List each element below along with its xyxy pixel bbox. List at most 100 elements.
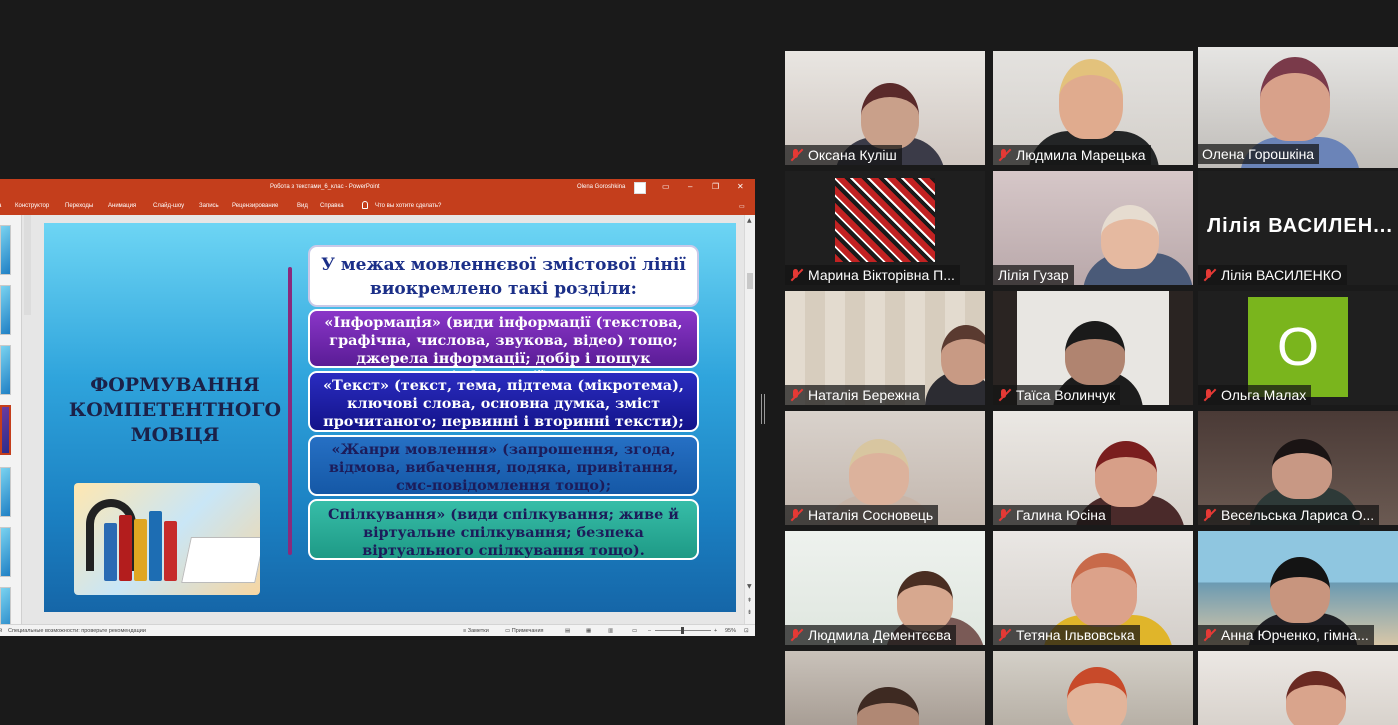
participant-tile[interactable]: Таїса Волинчук xyxy=(993,291,1193,405)
tell-me-box[interactable]: Что вы хотите сделать? xyxy=(375,203,441,209)
ribbon-display-icon[interactable]: ▭ xyxy=(662,182,670,191)
close-icon[interactable]: ✕ xyxy=(737,182,744,191)
avatar: O xyxy=(1248,297,1348,397)
slide-thumbnail[interactable] xyxy=(0,225,11,275)
nameplate: Марина Вікторівна П... xyxy=(785,265,960,285)
mic-muted-icon xyxy=(1202,628,1216,642)
book-icon xyxy=(149,511,162,581)
participant-tile[interactable]: Людмила Марецька xyxy=(993,51,1193,165)
ribbon-tab-animations[interactable]: Анимация xyxy=(108,203,136,209)
scroll-down-icon[interactable]: ▼ xyxy=(747,583,752,590)
slide-thumbnail[interactable] xyxy=(0,345,11,395)
mic-muted-icon xyxy=(789,148,803,162)
person-head xyxy=(1067,667,1127,725)
participant-tile[interactable]: Наталія Сосновець xyxy=(785,411,985,525)
minimize-icon[interactable]: – xyxy=(688,182,692,191)
normal-view-icon[interactable]: ▤ xyxy=(565,628,570,634)
slide-thumbnail[interactable] xyxy=(0,285,11,335)
ribbon-tab-slideshow[interactable]: Слайд-шоу xyxy=(153,203,184,209)
mic-muted-icon xyxy=(997,148,1011,162)
ppt-editor: ФОРМУВАННЯ КОМПЕТЕНТНОГО МОВЦЯ У межах м… xyxy=(0,215,755,636)
slide-thumbnail[interactable] xyxy=(0,527,11,577)
ribbon-tab-cut[interactable]: а xyxy=(0,203,1,209)
nameplate: Людмила Марецька xyxy=(993,145,1151,165)
open-book-icon xyxy=(181,537,260,583)
shared-screen[interactable]: Робота з текстами_6_клас - PowerPoint Ol… xyxy=(0,179,755,636)
notes-label: Заметки xyxy=(467,628,489,634)
participant-tile[interactable] xyxy=(785,651,985,725)
mic-muted-icon xyxy=(997,388,1011,402)
participant-tile[interactable]: Весельська Лариса О... xyxy=(1198,411,1398,525)
person-head xyxy=(1101,205,1159,269)
person-head xyxy=(1286,671,1346,725)
slide-sorter-icon[interactable]: ▦ xyxy=(586,628,591,634)
next-slide-icon[interactable]: ⇟ xyxy=(747,609,752,616)
prev-slide-icon[interactable]: ⇞ xyxy=(747,597,752,604)
participant-display-name: Лілія ВАСИЛЕН... xyxy=(1207,215,1393,237)
reading-view-icon[interactable]: ▥ xyxy=(608,628,613,634)
participant-name: Галина Юсіна xyxy=(1016,507,1106,523)
zoom-out-icon[interactable]: – xyxy=(648,628,651,634)
mic-muted-icon xyxy=(997,508,1011,522)
book-icon xyxy=(104,523,117,581)
participant-tile[interactable]: Лілія ВАСИЛЕН... Лілія ВАСИЛЕНКО xyxy=(1198,171,1398,285)
slide-scrollbar[interactable]: ▲ ▼ ⇞ ⇟ xyxy=(744,215,755,624)
mic-muted-icon xyxy=(789,628,803,642)
nameplate: Лілія ВАСИЛЕНКО xyxy=(1198,265,1347,285)
nameplate: Таїса Волинчук xyxy=(993,385,1121,405)
fit-slide-icon[interactable]: ⊡ xyxy=(744,628,749,634)
zoom-slider-thumb[interactable] xyxy=(681,627,684,634)
participant-name: Людмила Марецька xyxy=(1016,147,1146,163)
participant-tile[interactable]: Анна Юрченко, гімна... xyxy=(1198,531,1398,645)
slide-thumbnail[interactable] xyxy=(0,467,11,517)
nameplate: Ольга Малах xyxy=(1198,385,1312,405)
ribbon-tab-transitions[interactable]: Переходы xyxy=(65,203,93,209)
participant-tile[interactable] xyxy=(1198,651,1398,725)
current-slide[interactable]: ФОРМУВАННЯ КОМПЕТЕНТНОГО МОВЦЯ У межах м… xyxy=(44,223,736,612)
ribbon-tab-review[interactable]: Рецензирование xyxy=(232,203,278,209)
participant-tile[interactable]: Галина Юсіна xyxy=(993,411,1193,525)
mic-muted-icon xyxy=(1202,388,1216,402)
user-avatar-icon[interactable] xyxy=(634,182,646,194)
zoom-level[interactable]: 95% xyxy=(725,628,736,634)
participant-tile[interactable]: Лілія Гузар xyxy=(993,171,1193,285)
notes-button[interactable]: ≡ Заметки xyxy=(463,628,489,634)
split-view-handle[interactable] xyxy=(761,394,765,424)
slideshow-view-icon[interactable]: ▭ xyxy=(632,628,637,634)
participant-tile-active-speaker[interactable]: Олена Горошкіна xyxy=(1198,47,1398,168)
mic-muted-icon xyxy=(789,508,803,522)
person-head xyxy=(1059,59,1123,139)
participant-tile[interactable]: Марина Вікторівна П... xyxy=(785,171,985,285)
participant-tile[interactable]: Людмила Дементєєва xyxy=(785,531,985,645)
maximize-icon[interactable]: ❐ xyxy=(712,182,719,191)
thumbnails-scrollbar[interactable] xyxy=(24,215,31,315)
ribbon-tab-help[interactable]: Справка xyxy=(320,203,344,209)
accessibility-status[interactable]: Специальные возможности: проверьте реком… xyxy=(8,628,146,634)
ribbon-tab-record[interactable]: Запись xyxy=(199,203,219,209)
ribbon-tab-design[interactable]: Конструктор xyxy=(15,203,49,209)
zoom-meeting-window: Робота з текстами_6_клас - PowerPoint Ol… xyxy=(0,0,1398,725)
slide-thumbnail-selected[interactable] xyxy=(0,405,11,455)
scroll-up-icon[interactable]: ▲ xyxy=(747,217,752,224)
nameplate: Олена Горошкіна xyxy=(1198,144,1320,164)
ribbon-collapse-icon[interactable]: ▭ xyxy=(739,203,745,210)
participant-tile[interactable]: O Ольга Малах xyxy=(1198,291,1398,405)
participant-tile[interactable]: Наталія Бережна xyxy=(785,291,985,405)
books-headphones-image xyxy=(74,483,260,595)
slide-thumbnails-pane[interactable] xyxy=(0,215,22,636)
ribbon-tab-view[interactable]: Вид xyxy=(297,203,308,209)
participant-tile[interactable] xyxy=(993,651,1193,725)
person-head xyxy=(1260,57,1330,141)
slide-box-information: «Інформація» (види інформації (текстова,… xyxy=(308,309,699,385)
participant-tile[interactable]: Тетяна Ільвовська xyxy=(993,531,1193,645)
ppt-user-name[interactable]: Olena Goroshkina xyxy=(577,184,625,190)
scrollbar-thumb[interactable] xyxy=(747,273,753,289)
zoom-in-icon[interactable]: + xyxy=(714,628,717,634)
comments-button[interactable]: ▭ Примечания xyxy=(505,628,544,634)
slide-divider-line xyxy=(288,267,292,555)
nameplate: Галина Юсіна xyxy=(993,505,1111,525)
participant-tile[interactable]: Оксана Куліш xyxy=(785,51,985,165)
person-head xyxy=(861,83,919,149)
participant-name: Марина Вікторівна П... xyxy=(808,267,955,283)
person-head xyxy=(1095,441,1157,507)
